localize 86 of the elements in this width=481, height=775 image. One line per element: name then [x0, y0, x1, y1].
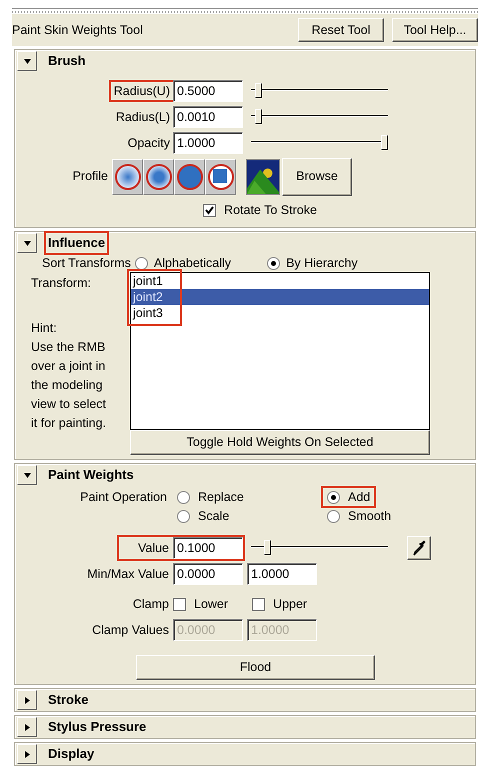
list-item[interactable]: joint1 [131, 273, 429, 289]
slider[interactable] [251, 83, 388, 99]
caret-down-icon [22, 238, 32, 248]
radio-button[interactable] [177, 490, 190, 504]
flood-button[interactable]: Flood [136, 655, 375, 680]
radio-button[interactable] [327, 490, 340, 504]
medium-brush-icon [146, 164, 172, 190]
field-label: Min/Max Value [86, 566, 170, 583]
checkbox[interactable] [203, 204, 216, 216]
checkbox-label: Lower [194, 596, 228, 613]
radio-button[interactable] [327, 510, 340, 522]
hint-label: Hint: [31, 320, 58, 337]
section-title: Stroke [47, 691, 90, 710]
slider-thumb[interactable] [264, 540, 271, 555]
number-field[interactable]: 0.5000 [173, 80, 243, 102]
radio-button[interactable] [177, 510, 190, 522]
field-label: Radius(L) [114, 108, 171, 126]
expand-toggle[interactable] [17, 51, 37, 71]
number-field[interactable]: 1.0000 [173, 132, 243, 154]
brush-profile-button[interactable] [112, 158, 143, 194]
browse-button[interactable]: Browse [282, 158, 352, 196]
checkbox-label: Rotate To Stroke [224, 202, 317, 219]
slider[interactable] [251, 540, 388, 556]
list-item[interactable]: joint3 [131, 305, 429, 321]
radio-label: Replace [198, 488, 244, 506]
checkbox[interactable] [173, 598, 186, 610]
radio-label: Add [348, 488, 370, 506]
expand-toggle[interactable] [17, 465, 37, 485]
eyedropper-icon [412, 540, 426, 556]
joint-list[interactable]: joint1 joint2 joint3 [130, 272, 430, 430]
tool-title: Paint Skin Weights Tool [12, 22, 144, 39]
caret-right-icon [22, 696, 32, 704]
expand-toggle[interactable] [17, 233, 37, 253]
brush-profile-button[interactable] [174, 158, 205, 194]
caret-down-icon [22, 470, 32, 480]
square-brush-icon [208, 164, 234, 190]
field-label: Clamp [132, 596, 170, 613]
number-field: 0.0000 [173, 619, 243, 641]
color-picker-button[interactable] [407, 536, 431, 560]
section-title: Display [47, 745, 96, 764]
number-field: 1.0000 [247, 619, 317, 641]
expand-toggle[interactable] [17, 717, 37, 737]
radio-label: By Hierarchy [286, 254, 358, 272]
toggle-hold-button[interactable]: Toggle Hold Weights On Selected [130, 430, 430, 455]
expand-toggle[interactable] [17, 744, 37, 764]
slider[interactable] [251, 109, 388, 125]
field-label: Radius(U) [110, 82, 173, 100]
solid-brush-icon [176, 164, 202, 190]
number-field[interactable]: 0.0010 [173, 106, 243, 128]
slider[interactable] [251, 135, 388, 151]
slider-thumb[interactable] [254, 83, 262, 98]
section-title: Brush [47, 52, 87, 70]
section-title: Paint Weights [47, 466, 135, 484]
radio-label: Alphabetically [154, 254, 232, 272]
brush-profile-button[interactable] [205, 158, 236, 194]
checkbox-label: Upper [273, 596, 308, 613]
caret-right-icon [22, 750, 32, 758]
radio-label: Smooth [348, 508, 392, 525]
number-field[interactable]: 0.0000 [173, 563, 243, 585]
section-title: Influence [46, 233, 108, 253]
sort-label: Sort Transforms [42, 254, 131, 272]
brush-profile-button[interactable] [143, 158, 174, 194]
slider-thumb[interactable] [381, 135, 388, 150]
radio-button[interactable] [267, 256, 280, 270]
reset-button[interactable]: Reset Tool [298, 18, 384, 42]
radio-button[interactable] [134, 256, 148, 270]
transform-label: Transform: [31, 275, 92, 292]
radio-label: Scale [198, 508, 230, 525]
checkbox[interactable] [252, 598, 266, 610]
soft-brush-icon [114, 164, 140, 190]
caret-right-icon [22, 722, 32, 732]
list-item[interactable]: joint2 [131, 289, 429, 305]
number-field[interactable]: 1.0000 [247, 563, 317, 585]
field-label: Value [136, 540, 170, 557]
field-label: Profile [72, 168, 109, 186]
slider-thumb[interactable] [254, 109, 262, 124]
caret-down-icon [22, 56, 32, 66]
number-field[interactable]: 0.1000 [173, 537, 243, 559]
section-title: Stylus Pressure [47, 718, 148, 736]
field-label: Clamp Values [91, 622, 170, 639]
landscape-icon [246, 158, 280, 194]
field-label: Opacity [126, 134, 171, 152]
expand-toggle[interactable] [17, 690, 37, 710]
hint-text: Use the RMB over a joint in the modeling view to select it for painting. [31, 338, 108, 432]
help-button[interactable]: Tool Help... [392, 18, 478, 42]
field-label: Paint Operation [79, 489, 168, 506]
